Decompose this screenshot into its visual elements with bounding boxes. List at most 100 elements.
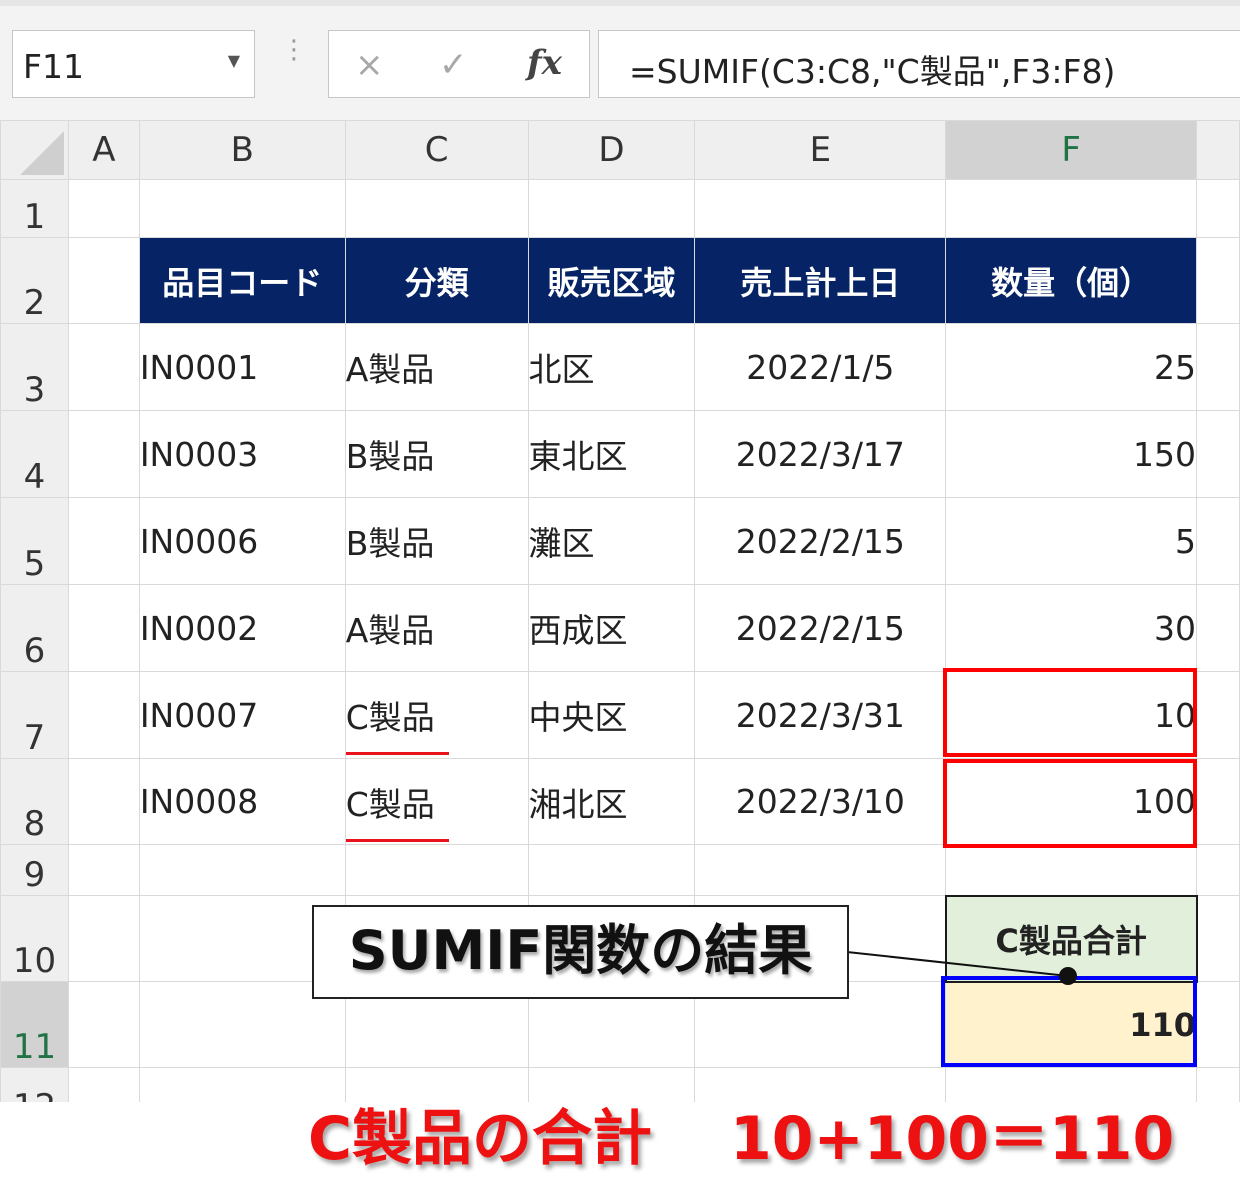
header-category[interactable]: 分類 [344, 237, 529, 324]
date-cell[interactable]: 2022/2/15 [694, 584, 947, 672]
date-cell[interactable]: 2022/3/31 [694, 671, 947, 759]
cell[interactable] [138, 844, 346, 896]
enter-icon[interactable]: ✓ [439, 45, 468, 85]
quantity-cell[interactable]: 30 [945, 584, 1198, 672]
select-all-button[interactable] [0, 120, 69, 180]
area-cell[interactable]: 湘北区 [527, 758, 696, 845]
date-cell[interactable]: 2022/1/5 [694, 323, 947, 411]
row-header-11[interactable]: 11 [0, 981, 69, 1068]
cell[interactable] [67, 179, 140, 238]
category-cell[interactable]: B製品 [344, 497, 529, 585]
cell[interactable] [67, 895, 140, 982]
column-header-e[interactable]: E [694, 120, 947, 180]
category-cell[interactable]: B製品 [344, 410, 529, 498]
cell[interactable] [1196, 844, 1240, 896]
cell[interactable] [344, 844, 529, 896]
column-header-f[interactable]: F [945, 120, 1198, 180]
cell[interactable] [1196, 497, 1240, 585]
quantity-cell[interactable]: 25 [945, 323, 1198, 411]
column-header-d[interactable]: D [527, 120, 696, 180]
item-code-cell[interactable]: IN0008 [138, 758, 346, 845]
cell[interactable] [67, 671, 140, 759]
row-header-4[interactable]: 4 [0, 410, 69, 498]
cell[interactable] [1196, 410, 1240, 498]
insert-function-icon[interactable]: fx [527, 43, 562, 83]
column-header-g[interactable] [1196, 120, 1240, 180]
column-header-row: A B C D E F [0, 120, 1240, 180]
cell[interactable] [1196, 323, 1240, 411]
row-header-5[interactable]: 5 [0, 497, 69, 585]
cell[interactable] [67, 844, 140, 896]
caption-right: 10+100＝110 [730, 1104, 1175, 1174]
cancel-icon[interactable]: × [355, 45, 384, 85]
cell[interactable] [527, 844, 696, 896]
area-cell[interactable]: 東北区 [527, 410, 696, 498]
cell[interactable] [1196, 758, 1240, 845]
row-header-3[interactable]: 3 [0, 323, 69, 411]
category-cell-highlighted[interactable]: C製品 [344, 758, 529, 845]
cell[interactable] [945, 844, 1198, 896]
header-quantity[interactable]: 数量（個） [945, 237, 1198, 324]
cell[interactable] [1196, 895, 1240, 982]
header-sales-area[interactable]: 販売区域 [527, 237, 696, 324]
row-header-9[interactable]: 9 [0, 844, 69, 896]
caption: C製品の合計 10+100＝110 [0, 1090, 1240, 1174]
cell[interactable] [67, 410, 140, 498]
cell[interactable] [67, 237, 140, 324]
cell[interactable] [1196, 237, 1240, 324]
column-header-a[interactable]: A [67, 120, 140, 180]
cell[interactable] [527, 179, 696, 238]
area-cell[interactable]: 灘区 [527, 497, 696, 585]
cell[interactable] [67, 758, 140, 845]
chevron-down-icon[interactable]: ▼ [228, 51, 240, 70]
quantity-cell[interactable]: 5 [945, 497, 1198, 585]
cell[interactable] [67, 323, 140, 411]
name-box[interactable]: F11 ▼ [12, 30, 255, 98]
cell[interactable] [344, 179, 529, 238]
row-header-7[interactable]: 7 [0, 671, 69, 759]
area-cell[interactable]: 北区 [527, 323, 696, 411]
date-cell[interactable]: 2022/3/10 [694, 758, 947, 845]
cell[interactable] [138, 179, 346, 238]
row-header-6[interactable]: 6 [0, 584, 69, 672]
date-cell[interactable]: 2022/2/15 [694, 497, 947, 585]
cell[interactable] [1196, 179, 1240, 238]
row-header-8[interactable]: 8 [0, 758, 69, 845]
cell[interactable] [67, 981, 140, 1068]
row-header-10[interactable]: 10 [0, 895, 69, 982]
cell[interactable] [1196, 981, 1240, 1068]
date-cell[interactable]: 2022/3/17 [694, 410, 947, 498]
column-header-b[interactable]: B [138, 120, 346, 180]
formula-text: =SUMIF(C3:C8,"C製品",F3:F8) [629, 52, 1116, 91]
area-cell[interactable]: 西成区 [527, 584, 696, 672]
category-cell[interactable]: A製品 [344, 323, 529, 411]
select-all-icon [19, 131, 64, 175]
cell[interactable] [694, 844, 947, 896]
quantity-cell[interactable]: 150 [945, 410, 1198, 498]
formula-input[interactable]: =SUMIF(C3:C8,"C製品",F3:F8) [598, 30, 1240, 98]
row-header-1[interactable]: 1 [0, 179, 69, 238]
category-cell-highlighted[interactable]: C製品 [344, 671, 529, 759]
row-header-2[interactable]: 2 [0, 237, 69, 324]
item-code-cell[interactable]: IN0007 [138, 671, 346, 759]
cell[interactable] [1196, 671, 1240, 759]
item-code-cell[interactable]: IN0002 [138, 584, 346, 672]
resize-handle-icon[interactable]: ⋮ [281, 37, 307, 63]
column-header-c[interactable]: C [344, 120, 529, 180]
item-code-cell[interactable]: IN0001 [138, 323, 346, 411]
summary-label-cell[interactable]: C製品合計 [944, 894, 1198, 983]
cell[interactable] [67, 497, 140, 585]
header-sales-date[interactable]: 売上計上日 [694, 237, 947, 324]
cell[interactable] [945, 179, 1198, 238]
caption-left: C製品の合計 [308, 1104, 653, 1174]
item-code-cell[interactable]: IN0006 [138, 497, 346, 585]
cell[interactable] [694, 179, 947, 238]
category-cell[interactable]: A製品 [344, 584, 529, 672]
item-code-cell[interactable]: IN0003 [138, 410, 346, 498]
ribbon-edge [0, 0, 1240, 6]
name-box-value: F11 [23, 47, 84, 86]
cell[interactable] [1196, 584, 1240, 672]
area-cell[interactable]: 中央区 [527, 671, 696, 759]
cell[interactable] [67, 584, 140, 672]
header-item-code[interactable]: 品目コード [138, 237, 346, 324]
